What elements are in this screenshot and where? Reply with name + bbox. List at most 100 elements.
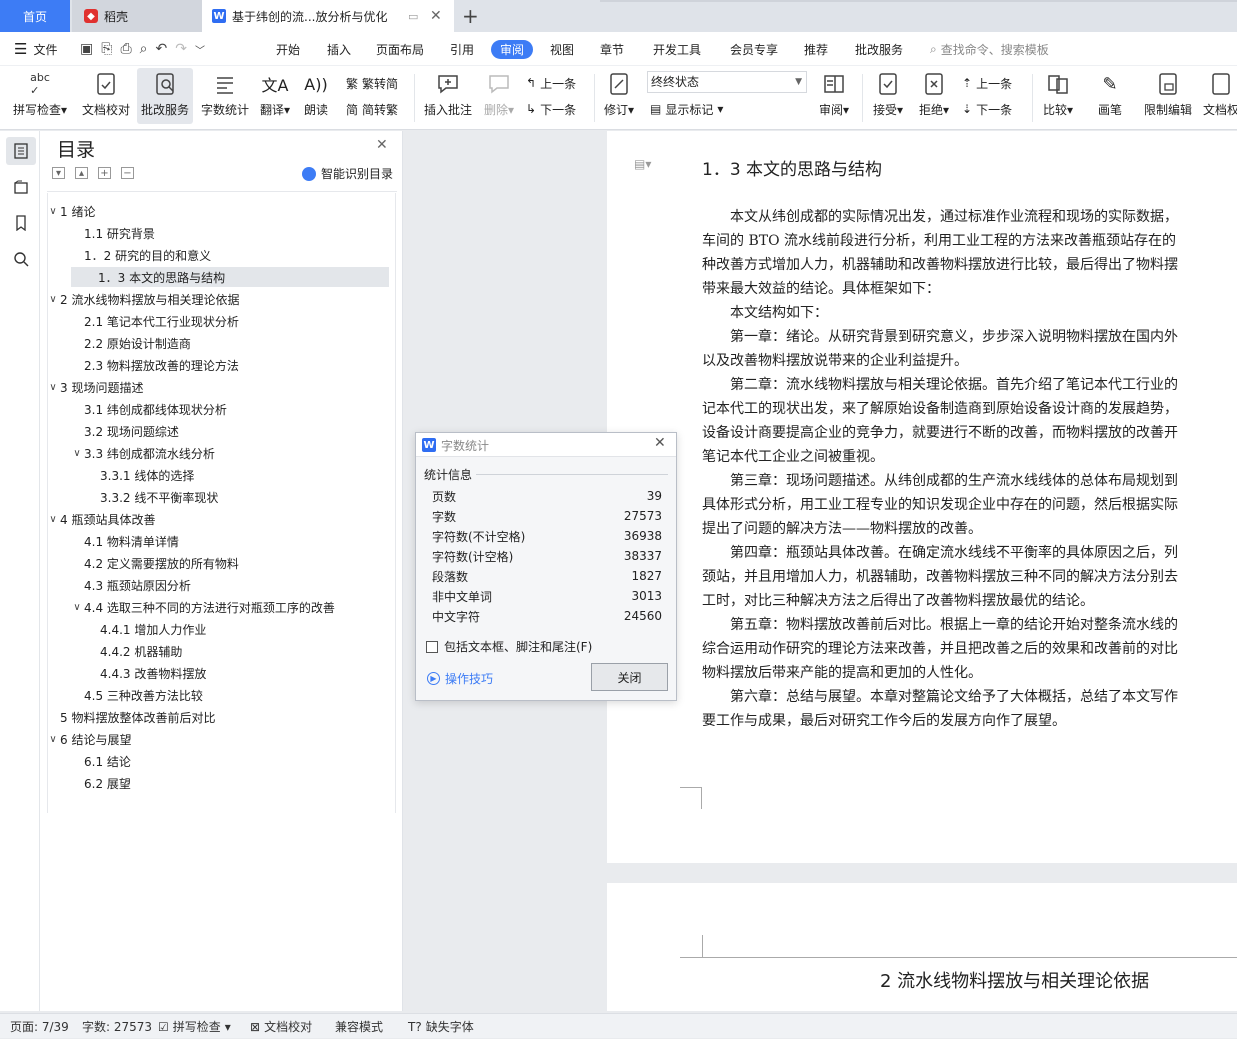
show-markup-button[interactable]: ▤ 显示标记 ▾ [650, 98, 723, 120]
print-icon[interactable]: ⎙ [120, 41, 131, 57]
toc-item[interactable]: 3.3.1 线体的选择 [86, 465, 194, 485]
proofread-status[interactable]: ⊠ 文档校对 [250, 1014, 312, 1039]
find-icon[interactable] [6, 245, 36, 273]
review-pane-button[interactable]: 审阅▾ [814, 68, 854, 124]
toc-item[interactable]: 4.2 定义需要摆放的所有物料 [70, 553, 239, 573]
word-count-indicator[interactable]: 字数: 27573 [82, 1014, 152, 1039]
menu-start[interactable]: 开始 [276, 32, 300, 66]
chevron-down-icon[interactable]: ∨ [46, 206, 60, 217]
toc-item[interactable]: 1．2 研究的目的和意义 [70, 245, 211, 265]
menu-recommend[interactable]: 推荐 [804, 32, 828, 66]
simp-to-trad-button[interactable]: 简简转繁 [346, 98, 398, 120]
chapter-nav-icon[interactable] [6, 173, 36, 201]
menu-insert[interactable]: 插入 [327, 32, 351, 66]
insert-comment-button[interactable]: 插入批注 [420, 68, 476, 124]
menu-references[interactable]: 引用 [450, 32, 474, 66]
toc-item[interactable]: 1．3 本文的思路与结构 [71, 267, 389, 287]
file-menu[interactable]: ☰ 文件 [14, 32, 57, 66]
spell-check-button[interactable]: abc ✓ 拼写检查▾ [8, 68, 72, 124]
menu-review[interactable]: 审阅 [491, 40, 534, 59]
prev-change-button[interactable]: ⇡ 上一条 [962, 72, 1012, 94]
chevron-down-icon[interactable]: ∨ [46, 514, 60, 525]
new-tab-icon[interactable]: + [462, 4, 479, 28]
toc-item[interactable]: 4.4.1 增加人力作业 [86, 619, 206, 639]
accept-button[interactable]: 接受▾ [868, 68, 908, 124]
delete-comment-button[interactable]: 删除▾ [480, 68, 518, 124]
expand-all-icon[interactable]: ▾ [52, 167, 65, 179]
toc-item[interactable]: 5 物料摆放整体改善前后对比 [46, 707, 215, 727]
print-preview-icon[interactable]: ⌕ [140, 41, 148, 57]
toc-pane-icon[interactable] [6, 137, 36, 165]
toc-item[interactable]: ∨ 4 瓶颈站具体改善 [46, 509, 155, 529]
more-chevron-icon[interactable]: ﹀ [195, 42, 205, 57]
chevron-down-icon[interactable]: ∨ [70, 602, 84, 613]
spell-check-status[interactable]: ☑ 拼写检查 ▾ [158, 1014, 231, 1039]
tab-document[interactable]: W 基于纬创的流...放分析与优化 ▭ ✕ [202, 0, 454, 32]
menu-page-layout[interactable]: 页面布局 [376, 32, 424, 66]
export-pdf-icon[interactable]: ⎘ [101, 41, 112, 57]
correction-service-button[interactable]: 批改服务 [137, 68, 193, 124]
tab-daoke[interactable]: ◆ 稻壳 [72, 0, 202, 32]
toc-item[interactable]: 6.2 展望 [70, 773, 131, 793]
chevron-down-icon[interactable]: ∨ [46, 734, 60, 745]
read-aloud-button[interactable]: A)) 朗读 [298, 68, 334, 124]
toc-item[interactable]: 3.3.2 线不平衡率现状 [86, 487, 218, 507]
trad-to-simp-button[interactable]: 繁繁转简 [346, 72, 398, 94]
redo-icon[interactable]: ↷ [175, 41, 187, 57]
toc-item[interactable]: 6.1 结论 [70, 751, 131, 771]
pin-tab-icon[interactable]: ▭ [408, 10, 418, 23]
toc-item[interactable]: 2.3 物料摆放改善的理论方法 [70, 355, 239, 375]
command-search[interactable]: ⌕ 查找命令、搜索模板 [930, 32, 1049, 66]
toc-item[interactable]: 3.2 现场问题综述 [70, 421, 179, 441]
bookmark-icon[interactable] [6, 209, 36, 237]
word-count-button[interactable]: 字数统计 [197, 68, 253, 124]
toc-item[interactable]: 1.1 研究背景 [70, 223, 155, 243]
toc-item[interactable]: ∨ 4.4 选取三种不同的方法进行对瓶颈工序的改善 [70, 597, 335, 617]
tips-link[interactable]: ▶ 操作技巧 [427, 670, 493, 687]
toc-item[interactable]: 4.4.2 机器辅助 [86, 641, 182, 661]
toc-item[interactable]: 4.3 瓶颈站原因分析 [70, 575, 191, 595]
restrict-editing-button[interactable]: 限制编辑 [1140, 68, 1196, 124]
page-indicator[interactable]: 页面: 7/39 [10, 1014, 69, 1039]
markup-state-select[interactable]: 终终状态 ▼ [647, 71, 807, 93]
menu-view[interactable]: 视图 [550, 32, 574, 66]
toc-item[interactable]: ∨ 6 结论与展望 [46, 729, 131, 749]
toc-item[interactable]: 3.1 纬创成都线体现状分析 [70, 399, 227, 419]
toc-item[interactable]: ∨ 2 流水线物料摆放与相关理论依据 [46, 289, 239, 309]
menu-member[interactable]: 会员专享 [730, 32, 778, 66]
menu-developer[interactable]: 开发工具 [653, 32, 701, 66]
doc-proofread-button[interactable]: 文档校对 [78, 68, 134, 124]
close-dialog-button[interactable]: 关闭 [591, 663, 668, 691]
toc-item[interactable]: ∨ 3.3 纬创成都流水线分析 [70, 443, 215, 463]
chevron-down-icon[interactable]: ∨ [46, 382, 60, 393]
missing-font-status[interactable]: T? 缺失字体 [408, 1014, 474, 1039]
close-tab-icon[interactable]: ✕ [430, 8, 442, 24]
doc-permission-button[interactable]: 文档权 [1198, 68, 1237, 124]
reject-button[interactable]: 拒绝▾ [914, 68, 954, 124]
add-heading-icon[interactable]: + [98, 167, 111, 179]
include-textbox-checkbox[interactable]: 包括文本框、脚注和尾注(F) [426, 638, 592, 655]
chevron-down-icon[interactable]: ∨ [70, 448, 84, 459]
save-icon[interactable]: ▣ [80, 41, 93, 57]
pen-button[interactable]: ✎ 画笔 [1090, 68, 1130, 124]
next-comment-button[interactable]: ↳ 下一条 [526, 98, 576, 120]
undo-icon[interactable]: ↶ [155, 41, 167, 57]
translate-button[interactable]: 文A 翻译▾ [256, 68, 294, 124]
toc-item[interactable]: ∨ 3 现场问题描述 [46, 377, 143, 397]
close-icon[interactable]: ✕ [376, 137, 388, 153]
collapse-all-icon[interactable]: ▴ [75, 167, 88, 179]
next-change-button[interactable]: ⇣ 下一条 [962, 98, 1012, 120]
smart-toc-button[interactable]: 智能识别目录 [302, 165, 393, 182]
close-icon[interactable]: ✕ [654, 435, 666, 451]
compare-button[interactable]: 比较▾ [1038, 68, 1078, 124]
toc-item[interactable]: 4.5 三种改善方法比较 [70, 685, 203, 705]
menu-chapter[interactable]: 章节 [600, 32, 624, 66]
menu-correction-service[interactable]: 批改服务 [855, 32, 903, 66]
prev-comment-button[interactable]: ↰ 上一条 [526, 72, 576, 94]
toc-item[interactable]: 4.4.3 改善物料摆放 [86, 663, 206, 683]
tab-home[interactable]: 首页 [0, 0, 70, 32]
toc-item[interactable]: ∨ 1 绪论 [46, 201, 95, 221]
toc-item[interactable]: 4.1 物料清单详情 [70, 531, 179, 551]
chevron-down-icon[interactable]: ∨ [46, 294, 60, 305]
toc-item[interactable]: 2.2 原始设计制造商 [70, 333, 191, 353]
